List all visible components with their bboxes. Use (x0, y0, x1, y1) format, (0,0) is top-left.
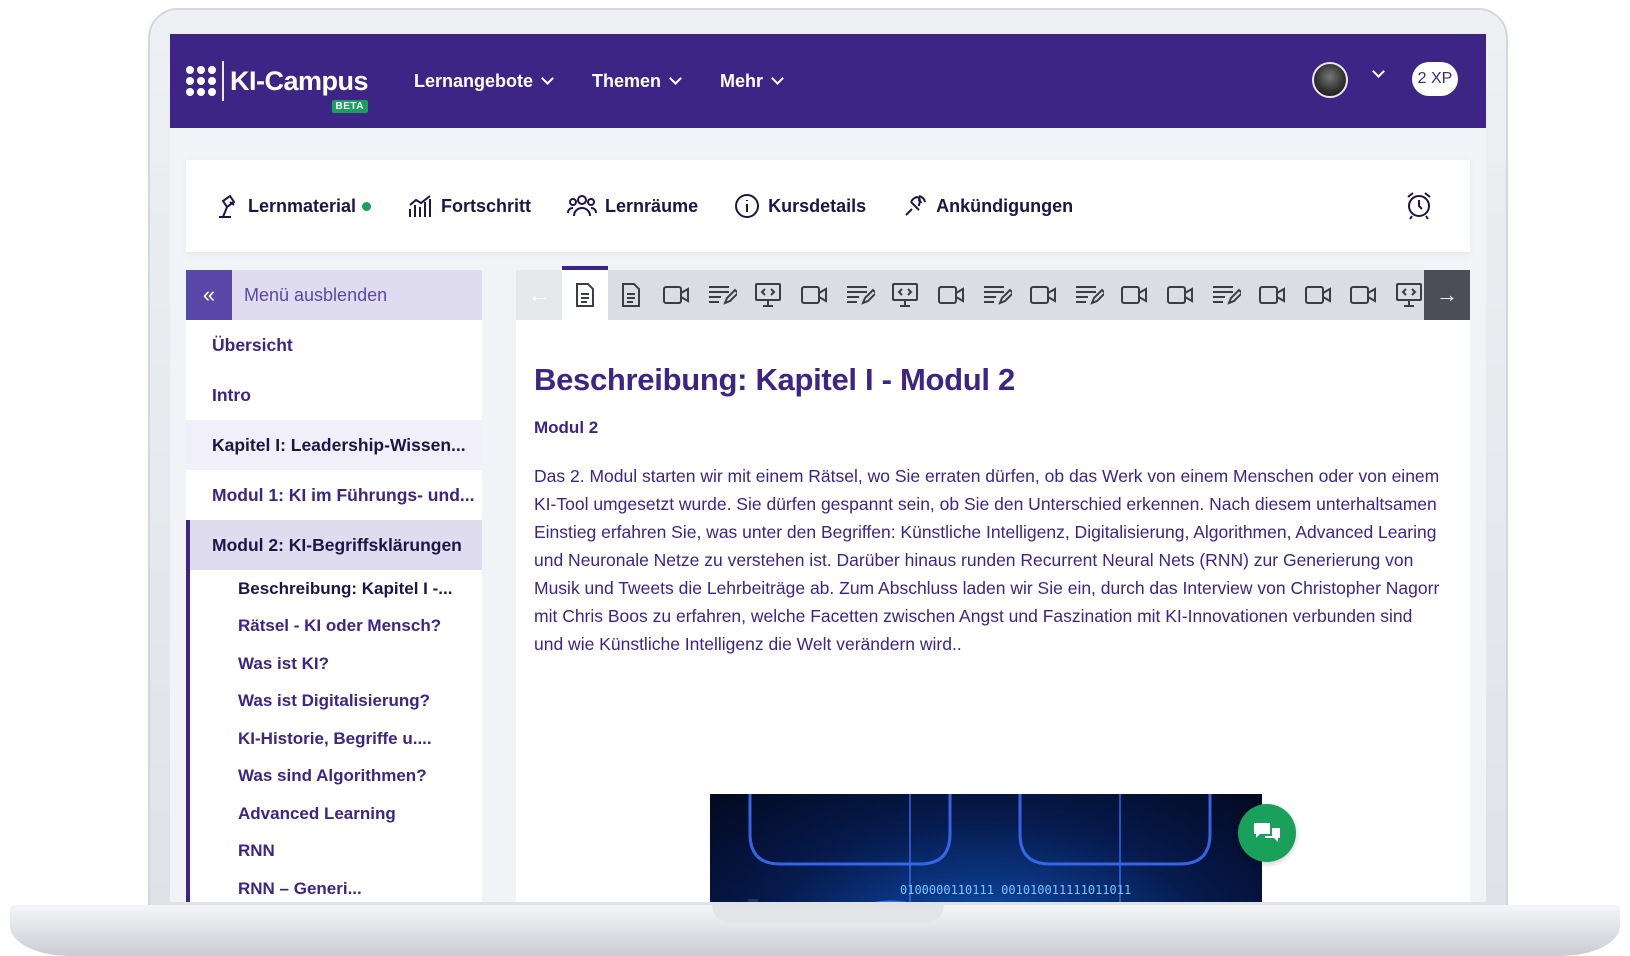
unit-navigation-bar: ← → (516, 266, 1470, 320)
progress-chart-icon (409, 195, 432, 217)
quiz-icon[interactable] (974, 270, 1020, 320)
nav-themen[interactable]: Themen (592, 70, 682, 92)
brand-logo[interactable]: KI-Campus BETA (186, 61, 369, 113)
hide-menu-label: Menü ausblenden (244, 284, 388, 305)
sub-item-beschreibung[interactable]: Beschreibung: Kapitel I -... (190, 570, 482, 608)
sub-item-rnn[interactable]: RNN (190, 833, 482, 871)
digital-city-image: 0100000110111 001010011111011011 (710, 794, 1262, 902)
video-icon[interactable] (928, 270, 974, 320)
logo-divider (222, 61, 224, 101)
brand-name: KI-Campus BETA (230, 65, 369, 113)
previous-arrow-icon[interactable]: ← (516, 270, 562, 320)
chat-button[interactable] (1238, 804, 1296, 862)
info-icon (735, 194, 760, 218)
xp-badge[interactable]: 2 XP (1412, 62, 1458, 96)
sub-item-digitalisierung[interactable]: Was ist Digitalisierung? (190, 683, 482, 721)
sidebar-item-intro[interactable]: Intro (186, 370, 482, 420)
sub-item-ki-historie[interactable]: KI-Historie, Begriffe u.... (190, 720, 482, 758)
course-sidebar: « Menü ausblenden Übersicht Intro Kapite… (186, 270, 482, 902)
chevron-down-icon[interactable] (1372, 65, 1385, 78)
course-tabs: Lernmaterial Fortschritt Lernräume Kursd… (186, 160, 1470, 252)
binary-text: 0100000110111 001010011111011011 (900, 883, 1131, 897)
beta-badge: BETA (331, 99, 369, 113)
tab-label: Kursdetails (768, 195, 867, 216)
avatar[interactable] (1312, 62, 1348, 98)
nav-label: Themen (592, 70, 662, 91)
tab-ankuendigungen[interactable]: Ankündigungen (902, 193, 1073, 219)
quiz-icon[interactable] (1203, 270, 1249, 320)
description-text: Das 2. Modul starten wir mit einem Rätse… (534, 466, 1440, 654)
sub-item-raetsel[interactable]: Rätsel - KI oder Mensch? (190, 608, 482, 646)
brand-name-text: KI-Campus (230, 65, 369, 96)
quiz-icon[interactable] (837, 270, 883, 320)
hide-menu-toggle[interactable]: « Menü ausblenden (186, 270, 482, 320)
sub-item-rnn-generierung[interactable]: RNN – Generi... (190, 870, 482, 902)
video-icon[interactable] (1341, 270, 1387, 320)
top-header: KI-Campus BETA Lernangebote Themen Mehr … (170, 34, 1486, 128)
video-icon[interactable] (791, 270, 837, 320)
video-icon[interactable] (1020, 270, 1066, 320)
sidebar-item-kapitel-1[interactable]: Kapitel I: Leadership-Wissen... (186, 420, 482, 470)
announcement-icon (905, 195, 927, 216)
unit-icons (562, 266, 1432, 320)
alarm-clock-icon[interactable] (1404, 190, 1434, 220)
nav-lernangebote[interactable]: Lernangebote (414, 70, 554, 92)
tab-label: Fortschritt (441, 195, 532, 216)
video-icon[interactable] (1249, 270, 1295, 320)
group-icon (567, 195, 598, 217)
apps-grid-icon (186, 66, 216, 96)
video-icon[interactable] (654, 270, 700, 320)
tab-kursdetails[interactable]: Kursdetails (734, 193, 866, 219)
nav-mehr[interactable]: Mehr (720, 70, 784, 92)
video-icon[interactable] (1295, 270, 1341, 320)
sidebar-item-modul-1[interactable]: Modul 1: KI im Führungs- und... (186, 470, 482, 520)
double-chevron-left-icon[interactable]: « (186, 270, 232, 320)
quiz-icon[interactable] (699, 270, 745, 320)
tab-label: Lernräume (605, 195, 699, 216)
chat-bubbles-icon (1254, 823, 1280, 842)
video-icon[interactable] (1157, 270, 1203, 320)
tab-label: Ankündigungen (936, 195, 1074, 216)
page-subtitle: Modul 2 (534, 418, 599, 437)
next-arrow-icon[interactable]: → (1424, 270, 1470, 320)
sub-item-algorithmen[interactable]: Was sind Algorithmen? (190, 758, 482, 796)
sidebar-item-uebersicht[interactable]: Übersicht (186, 320, 482, 370)
sub-item-was-ist-ki[interactable]: Was ist KI? (190, 645, 482, 683)
lamp-icon (219, 194, 236, 218)
laptop-notch (712, 905, 944, 923)
document-icon[interactable] (562, 266, 608, 320)
nav-label: Mehr (720, 70, 764, 91)
quiz-icon[interactable] (1066, 270, 1112, 320)
image-graphic: 0100000110111 001010011111011011 (748, 794, 1212, 902)
status-dot (362, 201, 372, 211)
document-icon[interactable] (608, 270, 654, 320)
presentation-icon[interactable] (745, 270, 791, 320)
nav-label: Lernangebote (414, 70, 534, 91)
module-2-sublist: Beschreibung: Kapitel I -... Rätsel - KI… (186, 570, 482, 902)
content-area: Beschreibung: Kapitel I - Modul 2 Modul … (516, 320, 1470, 902)
tab-label: Lernmaterial (248, 195, 357, 216)
tab-fortschritt[interactable]: Fortschritt (407, 193, 531, 219)
screen: KI-Campus BETA Lernangebote Themen Mehr … (170, 34, 1486, 902)
tab-lernraeume[interactable]: Lernräume (567, 193, 698, 219)
chevron-down-icon (669, 72, 682, 85)
sub-item-advanced-learning[interactable]: Advanced Learning (190, 795, 482, 833)
video-icon[interactable] (1112, 270, 1158, 320)
chevron-down-icon (771, 72, 784, 85)
page-title: Beschreibung: Kapitel I - Modul 2 (534, 362, 1015, 397)
main-nav: Lernangebote Themen Mehr (414, 71, 822, 92)
tab-lernmaterial[interactable]: Lernmaterial (214, 193, 372, 219)
chevron-down-icon (541, 72, 554, 85)
presentation-icon[interactable] (883, 270, 929, 320)
sidebar-item-modul-2[interactable]: Modul 2: KI-Begriffsklärungen (186, 520, 482, 570)
